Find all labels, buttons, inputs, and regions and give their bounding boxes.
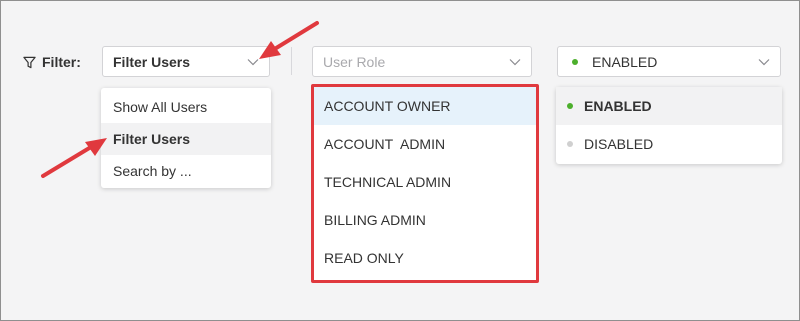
status-value: ENABLED [592,53,658,70]
filter-label: Filter: [23,52,81,72]
role-option-label: BILLING ADMIN [324,212,426,228]
menu-item-filter-users[interactable]: Filter Users [101,123,271,155]
status-option-disabled[interactable]: DISABLED [556,125,782,163]
funnel-icon [23,56,36,68]
status-dot-icon [567,103,573,109]
chevron-down-icon [758,59,770,66]
user-role-menu: ACCOUNT OWNER ACCOUNT ADMIN TECHNICAL AD… [311,84,539,283]
status-option-label: DISABLED [584,136,654,152]
role-option-label: READ ONLY [324,250,404,266]
user-role-placeholder: User Role [323,53,386,70]
toolbar-divider [291,47,292,75]
status-option-enabled[interactable]: ENABLED [556,87,782,125]
filter-label-text: Filter: [42,54,81,70]
role-option-account-owner[interactable]: ACCOUNT OWNER [314,87,536,125]
role-option-billing-admin[interactable]: BILLING ADMIN [314,201,536,239]
role-option-read-only[interactable]: READ ONLY [314,239,536,277]
filter-mode-menu: Show All Users Filter Users Search by ..… [101,88,271,188]
status-dot-icon [572,58,578,65]
chevron-down-icon [509,59,521,66]
status-select[interactable]: ENABLED [557,46,781,77]
status-menu: ENABLED DISABLED [556,87,782,164]
role-option-technical-admin[interactable]: TECHNICAL ADMIN [314,163,536,201]
filter-mode-value: Filter Users [113,53,191,70]
role-option-label: ACCOUNT ADMIN [324,136,446,152]
user-role-select[interactable]: User Role [312,46,532,77]
menu-item-show-all-users[interactable]: Show All Users [101,91,271,123]
menu-item-search-by[interactable]: Search by ... [101,155,271,187]
role-option-label: TECHNICAL ADMIN [324,174,452,190]
chevron-down-icon [247,59,259,66]
status-option-label: ENABLED [584,98,652,114]
role-option-account-admin[interactable]: ACCOUNT ADMIN [314,125,536,163]
screenshot-frame: Filter: Filter Users User Role ENABLED S… [0,0,800,321]
role-option-label: ACCOUNT OWNER [324,98,451,114]
arrow-to-filter-users-icon [41,138,107,178]
filter-mode-select[interactable]: Filter Users [102,46,270,77]
status-dot-icon [567,141,573,147]
